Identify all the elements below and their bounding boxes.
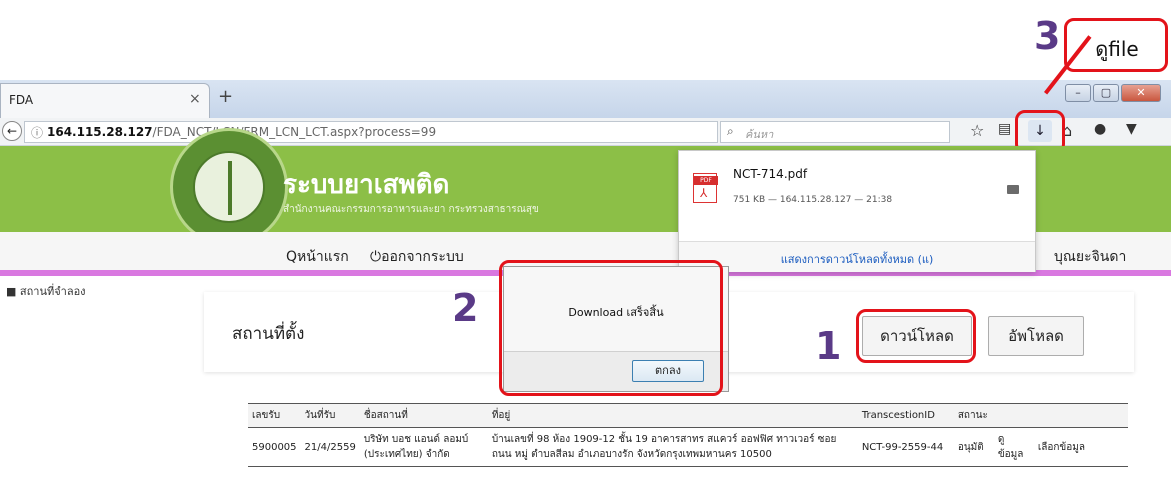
- transaction-id: NCT-99-2559-44: [857, 427, 954, 467]
- logo-emblem: [193, 151, 265, 223]
- column-header: เลขรับ: [248, 403, 301, 428]
- results-table: เลขรับ วันที่รับ ชื่อสถานที่ ที่อยู่ Tra…: [248, 403, 1128, 467]
- open-folder-icon[interactable]: [1007, 185, 1019, 194]
- column-header: [1033, 403, 1128, 428]
- column-header: ที่อยู่: [487, 403, 858, 428]
- highlight-dialog: [499, 260, 723, 396]
- bookmark-star-icon[interactable]: ☆: [970, 121, 984, 140]
- search-placeholder: ค้นหา: [745, 128, 774, 141]
- acrobat-icon: ⅄: [700, 186, 708, 200]
- view-data-link[interactable]: ดู ข้อมูล: [993, 427, 1034, 467]
- back-icon[interactable]: ←: [2, 121, 22, 141]
- table-header-row: เลขรับ วันที่รับ ชื่อสถานที่ ที่อยู่ Tra…: [248, 403, 1128, 428]
- pdf-file-icon: PDF ⅄: [693, 173, 718, 203]
- column-header: ชื่อสถานที่: [359, 403, 488, 428]
- highlight-download-button: [856, 309, 976, 363]
- chat-icon[interactable]: ●: [1094, 121, 1106, 137]
- place-name: บริษัท บอช แอนด์ ลอมบ์ (ประเทศไทย) จำกัด: [359, 427, 488, 467]
- breadcrumb: ■ สถานที่จำลอง: [6, 285, 86, 298]
- site-subtitle: สำนักงานคณะกรรมการอาหารและยา กระทรวงสาธา…: [283, 204, 539, 215]
- navigation-bar: ← ⓘ 164.115.28.127/FDA_NCT/LCN/FRM_LCN_L…: [0, 118, 1171, 146]
- pdf-badge: PDF: [694, 176, 718, 185]
- power-icon: ⏻: [370, 249, 382, 265]
- step-2-label: 2: [452, 286, 479, 330]
- column-header: TranscestionID: [857, 403, 954, 428]
- window-controls: – ▢ ✕: [1065, 84, 1161, 102]
- search-icon: Q: [286, 249, 298, 265]
- downloads-panel: PDF ⅄ NCT-714.pdf 751 KB — 164.115.28.12…: [678, 150, 1036, 272]
- step-1-label: 1: [815, 324, 842, 368]
- caduceus-icon: [228, 161, 232, 215]
- results-table-wrap: เลขรับ วันที่รับ ชื่อสถานที่ ที่อยู่ Tra…: [248, 403, 1128, 467]
- url-host: 164.115.28.127: [47, 125, 153, 139]
- menu-home-label: หน้าแรก: [297, 249, 349, 265]
- minimize-icon[interactable]: –: [1065, 84, 1091, 102]
- page-title: สถานที่ตั้ง: [232, 324, 305, 344]
- downloads-footer: แสดงการดาวน์โหลดทั้งหมด (แ): [679, 241, 1035, 272]
- search-icon: ⌕: [727, 124, 734, 138]
- site-title: ระบบยาเสพติด: [283, 170, 450, 200]
- search-box[interactable]: ⌕ ค้นหา: [720, 121, 950, 143]
- menu-home[interactable]: Qหน้าแรก: [286, 246, 349, 268]
- address: บ้านเลขที่ 98 ห้อง 1909-12 ชั้น 19 อาคาร…: [487, 427, 858, 467]
- table-row: 5900005 21/4/2559 บริษัท บอช แอนด์ ลอมบ์…: [248, 427, 1128, 467]
- close-tab-icon[interactable]: ×: [189, 91, 201, 107]
- maximize-icon[interactable]: ▢: [1093, 84, 1119, 102]
- menu-logout-label: ออกจากระบบ: [381, 249, 464, 265]
- select-data-link[interactable]: เลือกข้อมูล: [1033, 427, 1128, 467]
- download-file-name[interactable]: NCT-714.pdf: [733, 167, 807, 181]
- received-date: 21/4/2559: [300, 427, 360, 467]
- status: อนุมัติ: [953, 427, 994, 467]
- pocket-icon[interactable]: ▼: [1126, 121, 1137, 137]
- receipt-number: 5900005: [248, 427, 301, 467]
- browser-tab[interactable]: FDA ×: [0, 83, 210, 118]
- column-header: สถานะ: [953, 403, 994, 428]
- bookmarks-list-icon[interactable]: ▤: [998, 121, 1011, 137]
- fda-logo: [170, 128, 288, 246]
- menu-logout[interactable]: ⏻ออกจากระบบ: [370, 246, 464, 268]
- column-header: วันที่รับ: [300, 403, 360, 428]
- close-window-icon[interactable]: ✕: [1121, 84, 1161, 102]
- column-header: [993, 403, 1034, 428]
- breadcrumb-label: สถานที่จำลอง: [19, 285, 86, 298]
- url-path: /FDA_NCT/LCN/FRM_LCN_LCT.aspx?process=99: [152, 125, 437, 139]
- show-all-downloads-link[interactable]: แสดงการดาวน์โหลดทั้งหมด (แ): [679, 250, 1035, 268]
- step-3-label: 3: [1034, 14, 1061, 58]
- address-bar[interactable]: ⓘ 164.115.28.127/FDA_NCT/LCN/FRM_LCN_LCT…: [24, 121, 735, 143]
- info-icon[interactable]: ⓘ: [31, 124, 43, 141]
- user-name: บุณยะจินดา: [1054, 249, 1127, 265]
- new-tab-icon[interactable]: +: [218, 86, 233, 107]
- download-file-meta: 751 KB — 164.115.28.127 — 21:38: [733, 195, 893, 205]
- upload-button[interactable]: อัพโหลด: [988, 316, 1084, 356]
- tab-title: FDA: [9, 93, 34, 107]
